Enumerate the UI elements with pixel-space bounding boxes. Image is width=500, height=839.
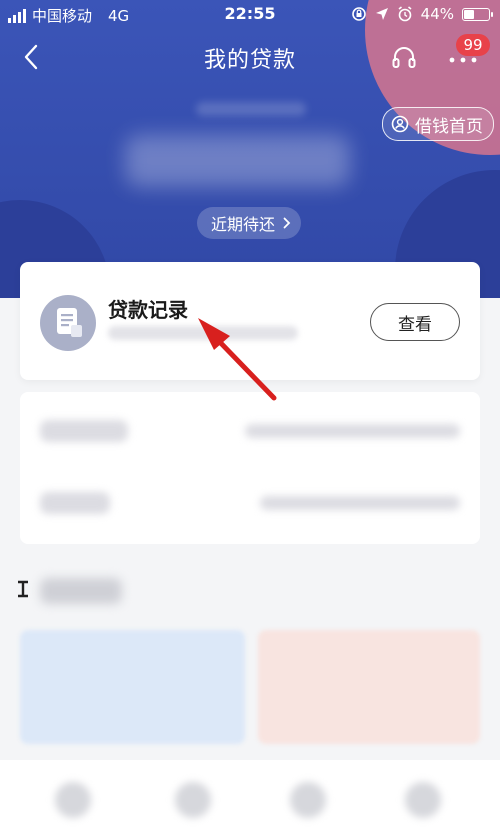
loan-record-title: 贷款记录 (108, 298, 188, 322)
recent-due-label: 近期待还 (211, 215, 276, 234)
borrow-home-icon (391, 115, 409, 133)
page-title: 我的贷款 (203, 48, 296, 73)
view-button[interactable]: 查看 (370, 303, 460, 341)
battery-percent: 44% (420, 5, 454, 23)
loan-record-icon (40, 295, 96, 351)
battery-icon (462, 7, 493, 21)
header-banner: 中国移动 4G 22:55 44% 我的贷款 99 借钱首页 近期待还 (0, 0, 500, 298)
bottom-shortcuts (0, 760, 500, 839)
blurred-field-label (40, 492, 110, 514)
blurred-section-title (40, 578, 122, 604)
shortcut-icon[interactable] (175, 782, 211, 818)
loan-record-card[interactable]: 贷款记录 查看 (20, 262, 480, 380)
loan-info-card (20, 392, 480, 544)
shortcut-icon[interactable] (55, 782, 91, 818)
location-arrow-icon (375, 8, 388, 20)
section-title-glyph (18, 580, 28, 598)
blurred-field-value (245, 424, 460, 438)
borrow-home-button[interactable]: 借钱首页 (382, 107, 494, 141)
chevron-right-icon (283, 217, 291, 229)
blurred-field-value (260, 496, 460, 510)
blurred-record-subtitle (108, 326, 298, 340)
headset-icon[interactable] (390, 44, 418, 72)
shortcut-icon[interactable] (290, 782, 326, 818)
section-title (14, 574, 38, 608)
alarm-icon (398, 6, 412, 22)
blurred-subtitle (196, 102, 306, 116)
lock-rotation-icon (351, 7, 366, 21)
blurred-field-label (40, 420, 128, 442)
status-bar: 中国移动 4G 22:55 44% (0, 0, 500, 30)
promo-card-left[interactable] (20, 630, 245, 744)
promo-card-right[interactable] (258, 630, 480, 744)
document-icon (57, 308, 82, 337)
borrow-home-label: 借钱首页 (415, 116, 483, 137)
shortcut-icon[interactable] (405, 782, 441, 818)
blurred-loan-amount (125, 135, 350, 187)
recent-due-button[interactable]: 近期待还 (197, 207, 302, 239)
message-badge: 99 (456, 34, 490, 56)
